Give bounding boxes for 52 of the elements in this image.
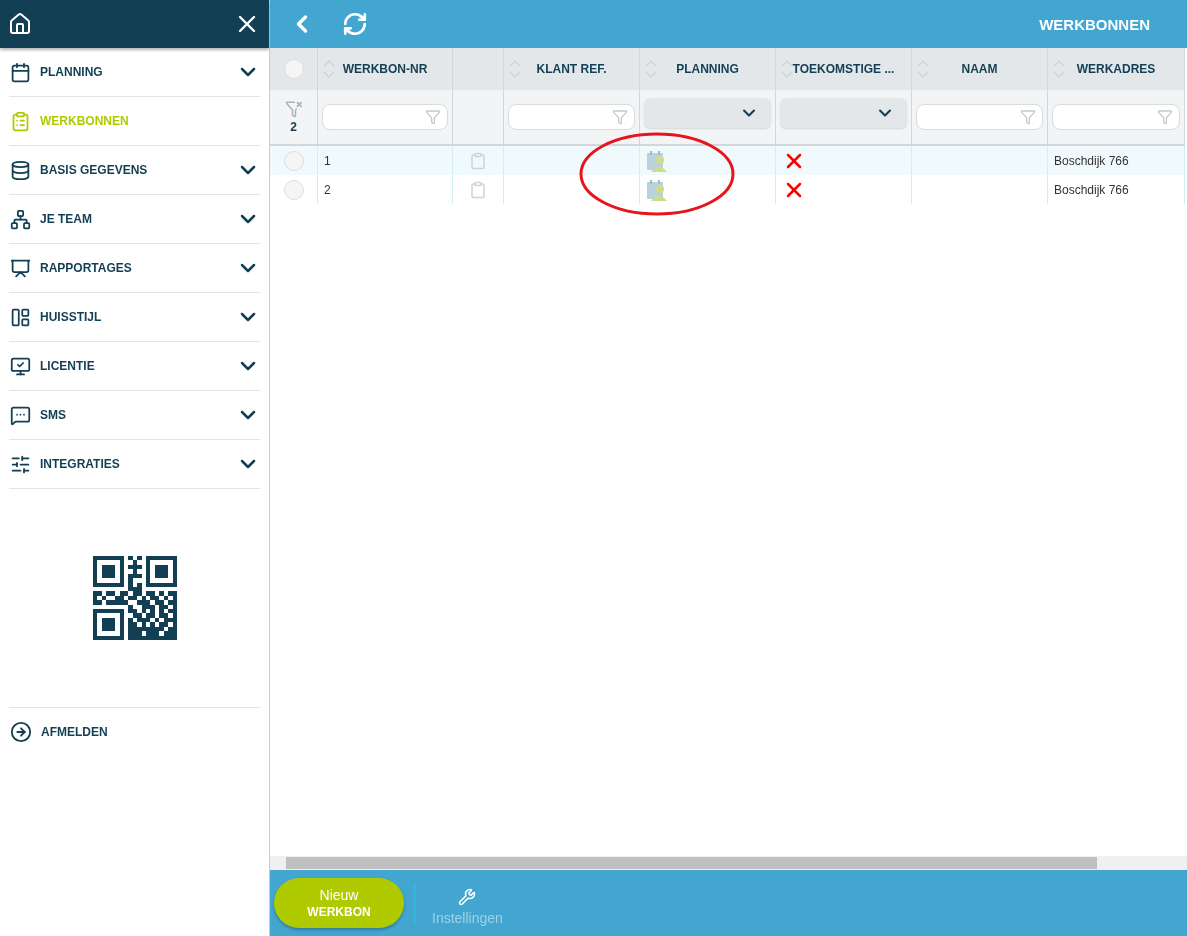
column-header[interactable]: KLANT REF.	[504, 48, 640, 90]
filter-dropdown[interactable]	[780, 98, 907, 128]
select-all-checkbox[interactable]	[283, 59, 304, 79]
filter-icon	[612, 109, 628, 125]
home-icon[interactable]	[8, 12, 32, 36]
column-header[interactable]: WERKADRES	[1048, 48, 1185, 90]
column-header[interactable]	[453, 48, 504, 90]
row-checkbox[interactable]	[283, 150, 304, 171]
filter-icon	[425, 109, 441, 125]
menu-item-icon	[10, 404, 31, 426]
menu-item-icon	[10, 355, 31, 377]
sidebar-item[interactable]: INTEGRATIES	[9, 440, 260, 489]
menu-item-icon	[10, 61, 31, 83]
filter-field[interactable]	[322, 104, 448, 130]
filter-icon	[1157, 109, 1173, 125]
menu-item-icon	[10, 453, 31, 475]
menu-item-icon	[10, 110, 31, 132]
column-header[interactable]: NAAM	[912, 48, 1048, 90]
row-checkbox[interactable]	[283, 179, 304, 200]
menu-item-icon	[10, 208, 31, 230]
clipboard-icon[interactable]	[469, 180, 487, 199]
filter-field[interactable]	[508, 104, 635, 130]
filter-field[interactable]	[916, 104, 1043, 130]
column-header[interactable]: PLANNING	[640, 48, 776, 90]
refresh-icon[interactable]	[342, 11, 368, 37]
column-header[interactable]: TOEKOMSTIGE ...	[776, 48, 912, 90]
wrench-icon	[458, 888, 477, 906]
scrollbar-thumb[interactable]	[286, 857, 1097, 869]
page-title: WERKBONNEN	[1039, 15, 1151, 33]
sidebar-item[interactable]: HUISSTIJL	[9, 293, 260, 342]
calendar-person-icon	[646, 178, 668, 201]
filter-field[interactable]	[1052, 104, 1180, 130]
filter-icon	[1020, 109, 1036, 125]
sidebar-item[interactable]: SMS	[9, 391, 260, 440]
filter-count: 2	[290, 120, 297, 134]
sidebar-item[interactable]: RAPPORTAGES	[9, 244, 260, 293]
column-header[interactable]: WERKBON-NR	[318, 48, 453, 90]
menu-item-icon	[10, 257, 31, 279]
calendar-person-icon	[646, 149, 668, 172]
filter-dropdown[interactable]	[644, 98, 771, 128]
table-cell: Boschdijk 766	[1048, 146, 1185, 175]
sidebar-item[interactable]: BASIS GEGEVENS	[9, 146, 260, 195]
logout-link[interactable]: AFMELDEN	[9, 707, 260, 756]
menu-item-icon	[10, 159, 31, 181]
table-cell: 1	[318, 146, 453, 175]
sidebar-item[interactable]: LICENTIE	[9, 342, 260, 391]
clear-filter-icon[interactable]	[284, 100, 303, 118]
clipboard-icon[interactable]	[469, 151, 487, 170]
menu-item-icon	[10, 306, 31, 328]
logout-icon	[10, 721, 32, 743]
sidebar-item[interactable]: PLANNING	[9, 48, 260, 97]
sidebar-item[interactable]: JE TEAM	[9, 195, 260, 244]
